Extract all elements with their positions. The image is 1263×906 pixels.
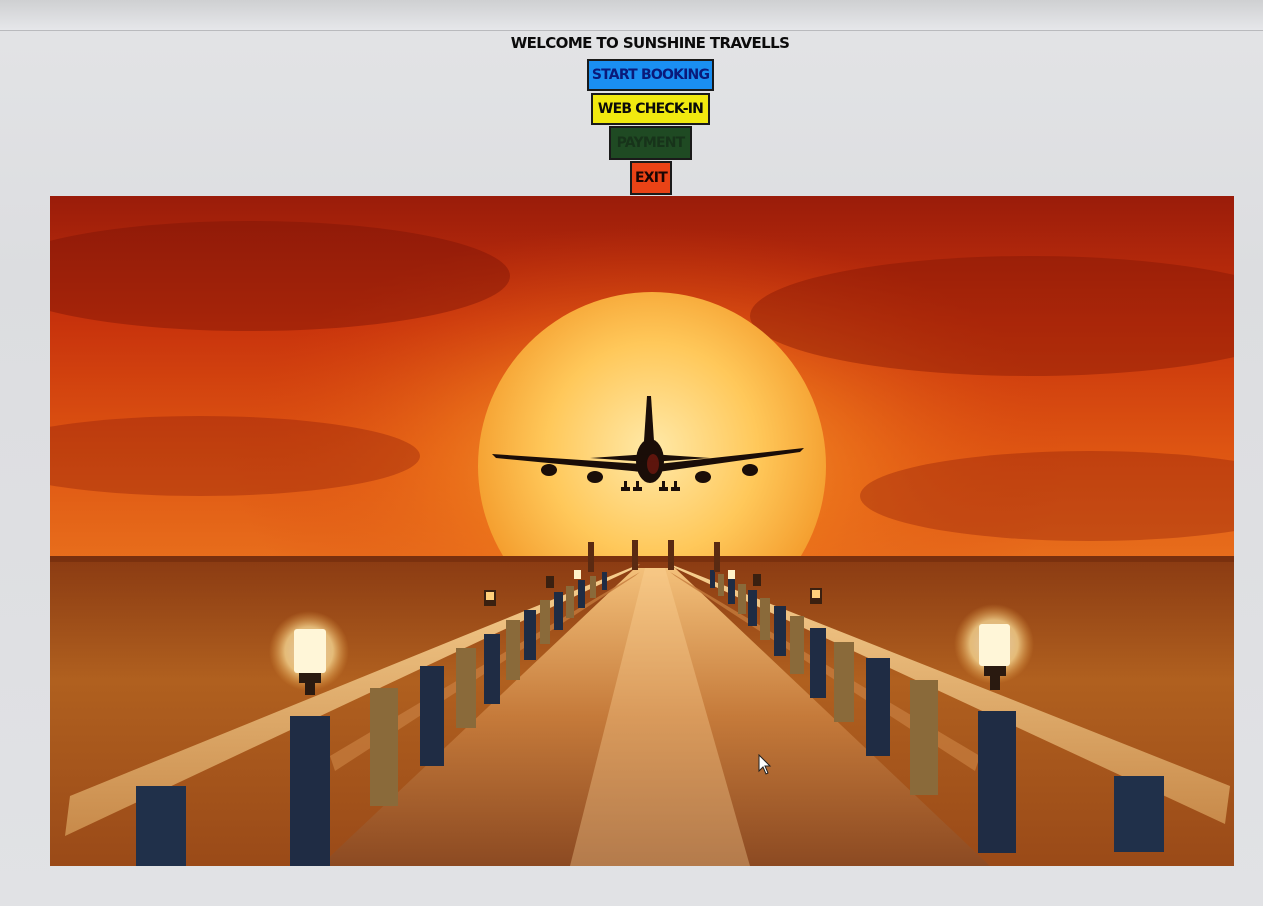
airplane-sunset-pier-image xyxy=(50,196,1234,866)
payment-button[interactable]: PAYMENT xyxy=(609,126,692,160)
exit-button[interactable]: EXIT xyxy=(630,161,672,195)
window-top-bar xyxy=(0,0,1263,31)
start-booking-button[interactable]: START BOOKING xyxy=(587,59,714,91)
application-window: WELCOME TO SUNSHINE TRAVELLS START BOOKI… xyxy=(0,0,1263,906)
mouse-pointer-icon xyxy=(758,754,772,775)
page-title: WELCOME TO SUNSHINE TRAVELLS xyxy=(510,34,790,52)
web-check-in-button[interactable]: WEB CHECK-IN xyxy=(591,93,710,125)
